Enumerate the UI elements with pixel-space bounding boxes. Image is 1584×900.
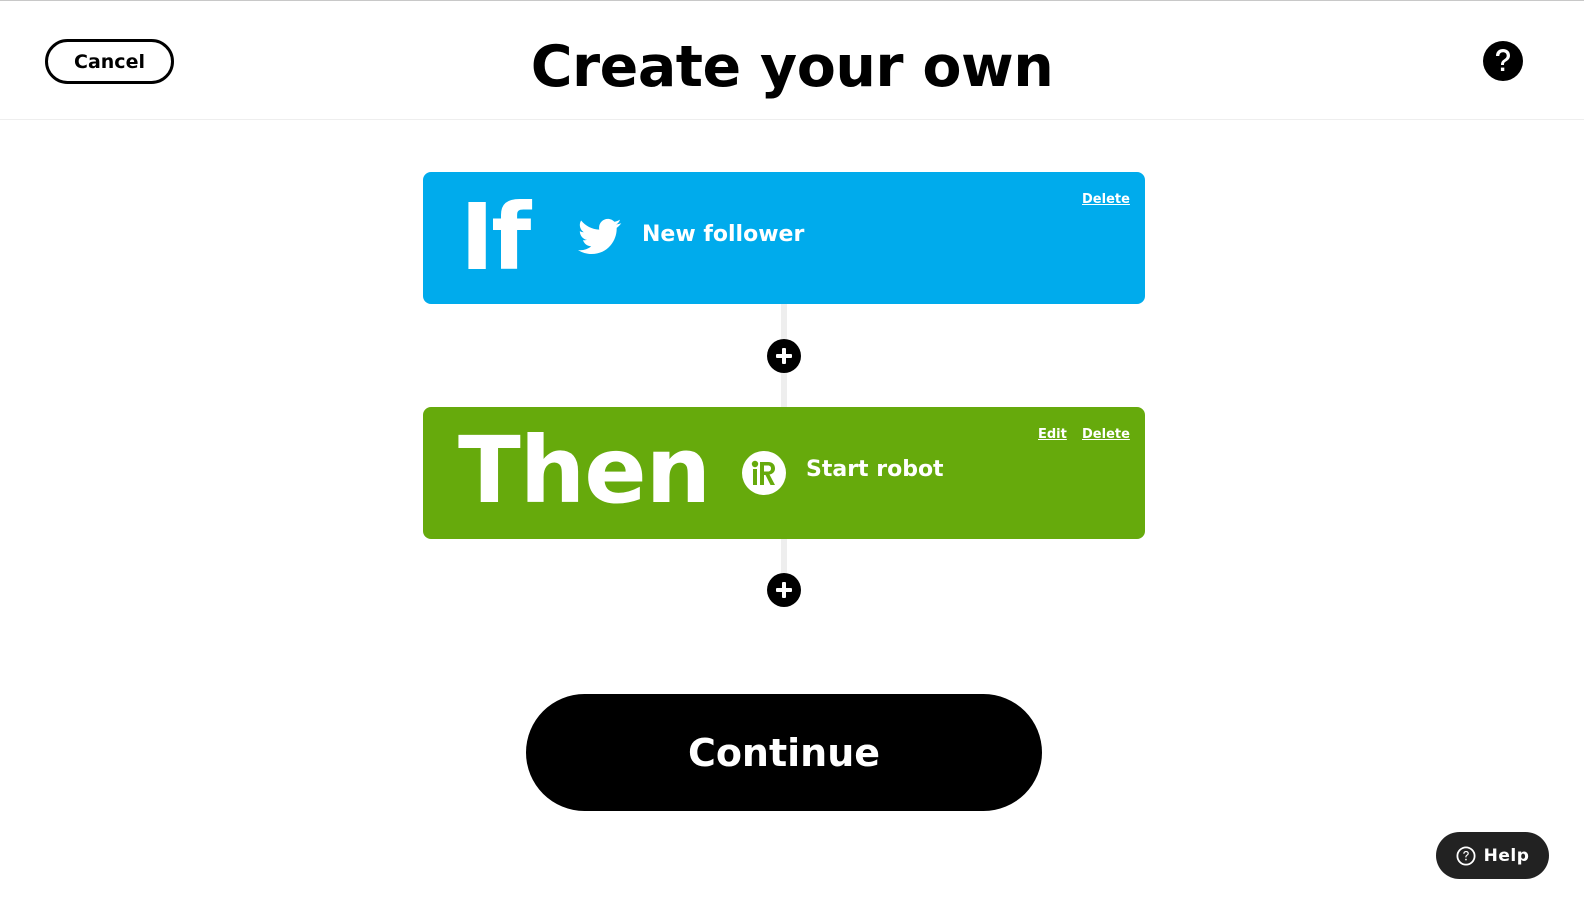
continue-button[interactable]: Continue <box>526 694 1042 811</box>
add-step-button[interactable] <box>767 573 801 607</box>
action-delete-link[interactable]: Delete <box>1082 427 1130 442</box>
add-step-button[interactable] <box>767 339 801 373</box>
action-edit-link[interactable]: Edit <box>1038 427 1067 442</box>
question-circle-icon <box>1496 49 1510 71</box>
help-widget-label: Help <box>1483 845 1530 866</box>
page-title: Create your own <box>530 34 1054 100</box>
trigger-delete-link[interactable]: Delete <box>1082 192 1130 207</box>
action-label: Start robot <box>806 457 944 482</box>
help-button[interactable] <box>1483 41 1523 81</box>
twitter-bird-icon <box>578 218 622 255</box>
action-card[interactable]: Then Start robot Edit Delete <box>423 407 1145 539</box>
help-widget-button[interactable]: Help <box>1436 832 1549 879</box>
trigger-card[interactable]: If New follower Delete <box>423 172 1145 304</box>
question-circle-icon <box>1456 845 1476 866</box>
if-keyword: If <box>460 184 531 291</box>
trigger-action-label: New follower <box>642 222 805 247</box>
header: Cancel Create your own <box>0 1 1584 120</box>
irobot-icon <box>742 451 786 495</box>
then-keyword: Then <box>458 417 711 524</box>
